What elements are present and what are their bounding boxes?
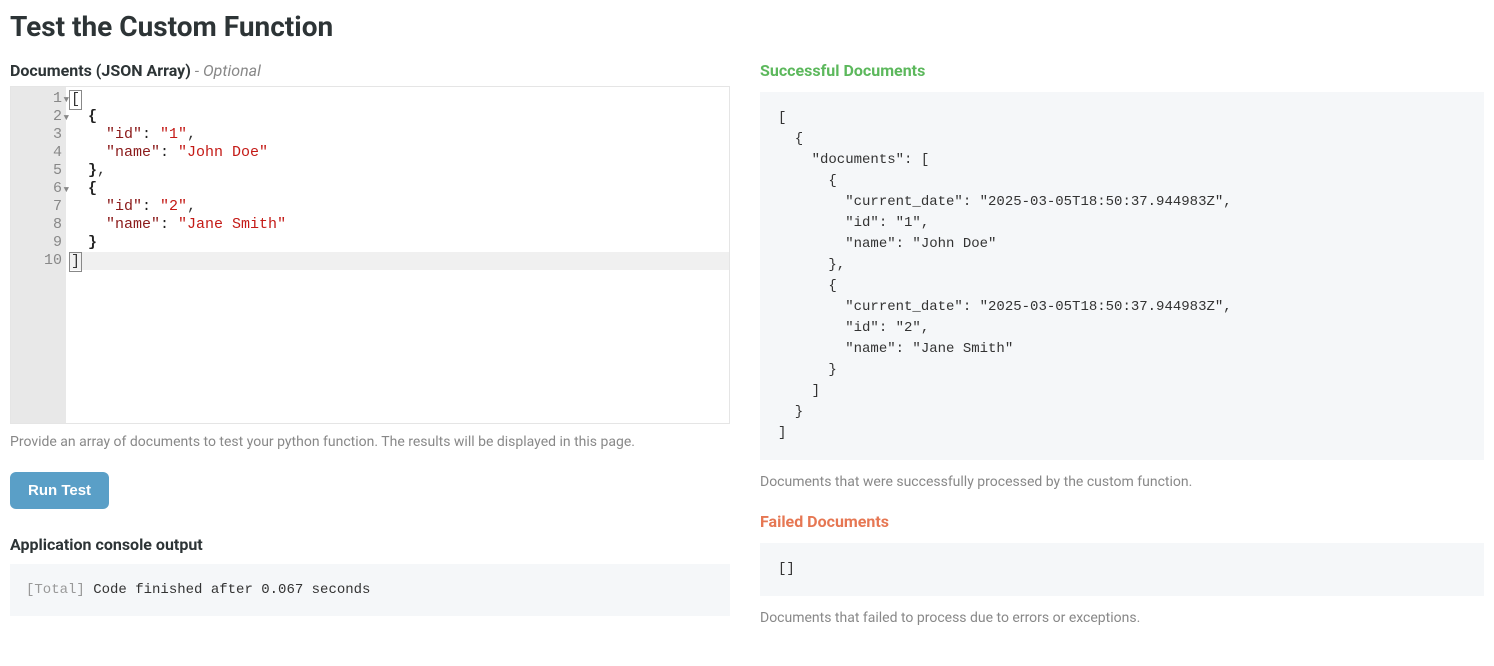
gutter-line: 9 — [11, 234, 66, 252]
console-tag: [Total] — [26, 582, 85, 598]
right-column: Successful Documents [ { "documents": [ … — [760, 61, 1484, 626]
left-column: Documents (JSON Array) - Optional 1▼2▼34… — [10, 61, 730, 626]
gutter-line: 3 — [11, 126, 66, 144]
fold-icon[interactable]: ▼ — [64, 181, 69, 199]
gutter-line: 1▼ — [11, 90, 66, 108]
json-editor[interactable]: 1▼2▼3456▼78910 [ { "id": "1", "name": "J… — [10, 86, 730, 424]
gutter-line: 8 — [11, 216, 66, 234]
gutter-line: 6▼ — [11, 180, 66, 198]
console-output: [Total] Code finished after 0.067 second… — [10, 564, 730, 616]
code-line[interactable]: { — [70, 180, 729, 198]
fold-icon[interactable]: ▼ — [64, 91, 69, 109]
code-line[interactable]: [ — [70, 90, 729, 108]
main-columns: Documents (JSON Array) - Optional 1▼2▼34… — [10, 61, 1484, 626]
editor-lines[interactable]: [ { "id": "1", "name": "John Doe" }, { "… — [66, 87, 729, 423]
failed-documents-help: Documents that failed to process due to … — [760, 610, 1484, 626]
documents-help-text: Provide an array of documents to test yo… — [10, 434, 730, 450]
code-line[interactable]: }, — [70, 162, 729, 180]
gutter-line: 7 — [11, 198, 66, 216]
failed-documents-output: [] — [760, 543, 1484, 596]
gutter-line: 10 — [11, 252, 66, 270]
code-line[interactable]: } — [70, 234, 729, 252]
run-test-button[interactable]: Run Test — [10, 472, 109, 509]
documents-label: Documents (JSON Array) - Optional — [10, 61, 730, 80]
successful-documents-output: [ { "documents": [ { "current_date": "20… — [760, 92, 1484, 460]
gutter-line: 4 — [11, 144, 66, 162]
page-title: Test the Custom Function — [10, 10, 1484, 43]
fold-icon[interactable]: ▼ — [64, 109, 69, 127]
console-output-label: Application console output — [10, 535, 730, 554]
gutter-line: 5 — [11, 162, 66, 180]
code-line[interactable]: "id": "1", — [70, 126, 729, 144]
code-line[interactable]: "name": "Jane Smith" — [70, 216, 729, 234]
gutter-line: 2▼ — [11, 108, 66, 126]
documents-label-text: Documents (JSON Array) — [10, 61, 191, 80]
editor-gutter: 1▼2▼3456▼78910 — [11, 87, 66, 423]
failed-documents-title: Failed Documents — [760, 512, 1484, 531]
code-line[interactable]: "name": "John Doe" — [70, 144, 729, 162]
code-line[interactable]: "id": "2", — [70, 198, 729, 216]
console-text: Code finished after 0.067 seconds — [85, 582, 371, 598]
code-line[interactable]: { — [70, 108, 729, 126]
code-line[interactable]: ] — [70, 252, 729, 270]
successful-documents-help: Documents that were successfully process… — [760, 474, 1484, 490]
optional-text: - Optional — [191, 61, 261, 80]
successful-documents-title: Successful Documents — [760, 61, 1484, 80]
